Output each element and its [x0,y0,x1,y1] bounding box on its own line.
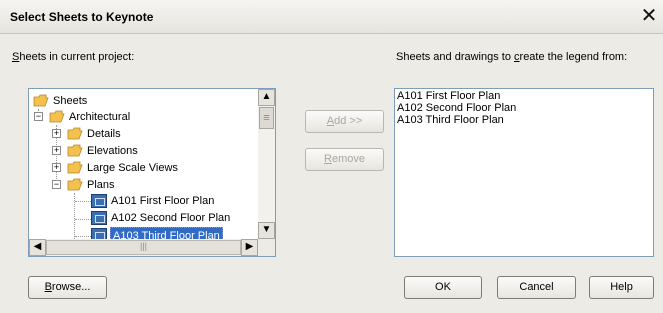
tree-connector [75,236,91,237]
collapse-icon[interactable]: − [34,112,43,121]
remove-label: emove [331,153,365,165]
scroll-corner [258,239,275,256]
folder-open-icon [33,94,49,107]
browse-mnemonic: B [44,281,52,293]
help-button[interactable]: Help [589,276,654,299]
folder-open-icon [67,178,83,191]
horizontal-scroll-thumb[interactable]: ||| [46,240,241,255]
tree-node-label: Architectural [69,111,131,123]
add-label: dd >> [334,115,363,127]
expand-icon[interactable]: + [52,129,61,138]
folder-open-icon [49,110,65,123]
tree-node-label: Plans [87,179,115,191]
dialog-title: Select Sheets to Keynote [10,10,154,24]
vertical-scrollbar[interactable]: ▲ ≡ ▼ [258,89,275,239]
add-button[interactable]: Add >> [305,110,384,133]
list-item[interactable]: A101 First Floor Plan [397,90,651,102]
tree-node-label: Large Scale Views [87,162,178,174]
remove-button[interactable]: Remove [305,148,384,171]
tree-node-label: A102 Second Floor Plan [111,212,231,224]
cancel-button[interactable]: Cancel [497,276,576,299]
sheet-icon [91,194,107,208]
list-item[interactable]: A102 Second Floor Plan [397,102,651,114]
sheet-icon [91,228,107,239]
browse-label: rowse... [51,281,91,293]
sheets-in-project-label: Sheets in current project: [12,51,134,63]
ok-button[interactable]: OK [404,276,482,299]
remove-mnemonic: R [324,153,332,165]
folder-icon [67,127,83,140]
tree-node-label: Sheets [53,95,88,107]
browse-button[interactable]: Browse... [28,276,107,299]
sheet-icon [91,211,107,225]
tree-node-label: A101 First Floor Plan [111,195,215,207]
expand-icon[interactable]: + [52,146,61,155]
expand-icon[interactable]: + [52,163,61,172]
tree-node-label: Elevations [87,145,138,157]
scroll-left-icon[interactable]: ◀ [29,239,46,256]
legend-sources-label: Sheets and drawings to create the legend… [396,51,627,63]
collapse-icon[interactable]: − [52,180,61,189]
grip-icon: ||| [139,241,147,251]
sheets-tree[interactable]: Sheets − Architectural + Details + Eleva… [28,88,276,257]
title-bar: Select Sheets to Keynote ✕ [0,0,663,34]
tree-connector [74,193,75,239]
scroll-up-icon[interactable]: ▲ [258,89,275,106]
grip-icon: ≡ [263,112,270,124]
select-sheets-dialog: Select Sheets to Keynote ✕ Sheets in cur… [0,0,663,313]
legend-sources-list[interactable]: A101 First Floor Plan A102 Second Floor … [394,88,654,257]
tree-content: Sheets − Architectural + Details + Eleva… [29,89,258,239]
legend-label-after: reate the legend from: [519,51,628,63]
folder-icon [67,144,83,157]
tree-connector [75,201,91,202]
scroll-right-icon[interactable]: ▶ [241,239,258,256]
scroll-down-icon[interactable]: ▼ [258,222,275,239]
tree-node-label: Details [87,128,121,140]
sheets-label-rest: heets in current project: [19,51,135,63]
tree-connector [75,219,91,220]
folder-icon [67,161,83,174]
add-mnemonic: A [326,115,335,127]
horizontal-scrollbar[interactable]: ◀ ||| ▶ [29,239,258,256]
legend-label-before: Sheets and drawings to [396,51,515,63]
list-item[interactable]: A103 Third Floor Plan [397,114,651,126]
close-icon[interactable]: ✕ [638,5,660,27]
tree-node-label-selected: A103 Third Floor Plan [110,227,223,239]
scroll-thumb[interactable]: ≡ [259,107,274,129]
